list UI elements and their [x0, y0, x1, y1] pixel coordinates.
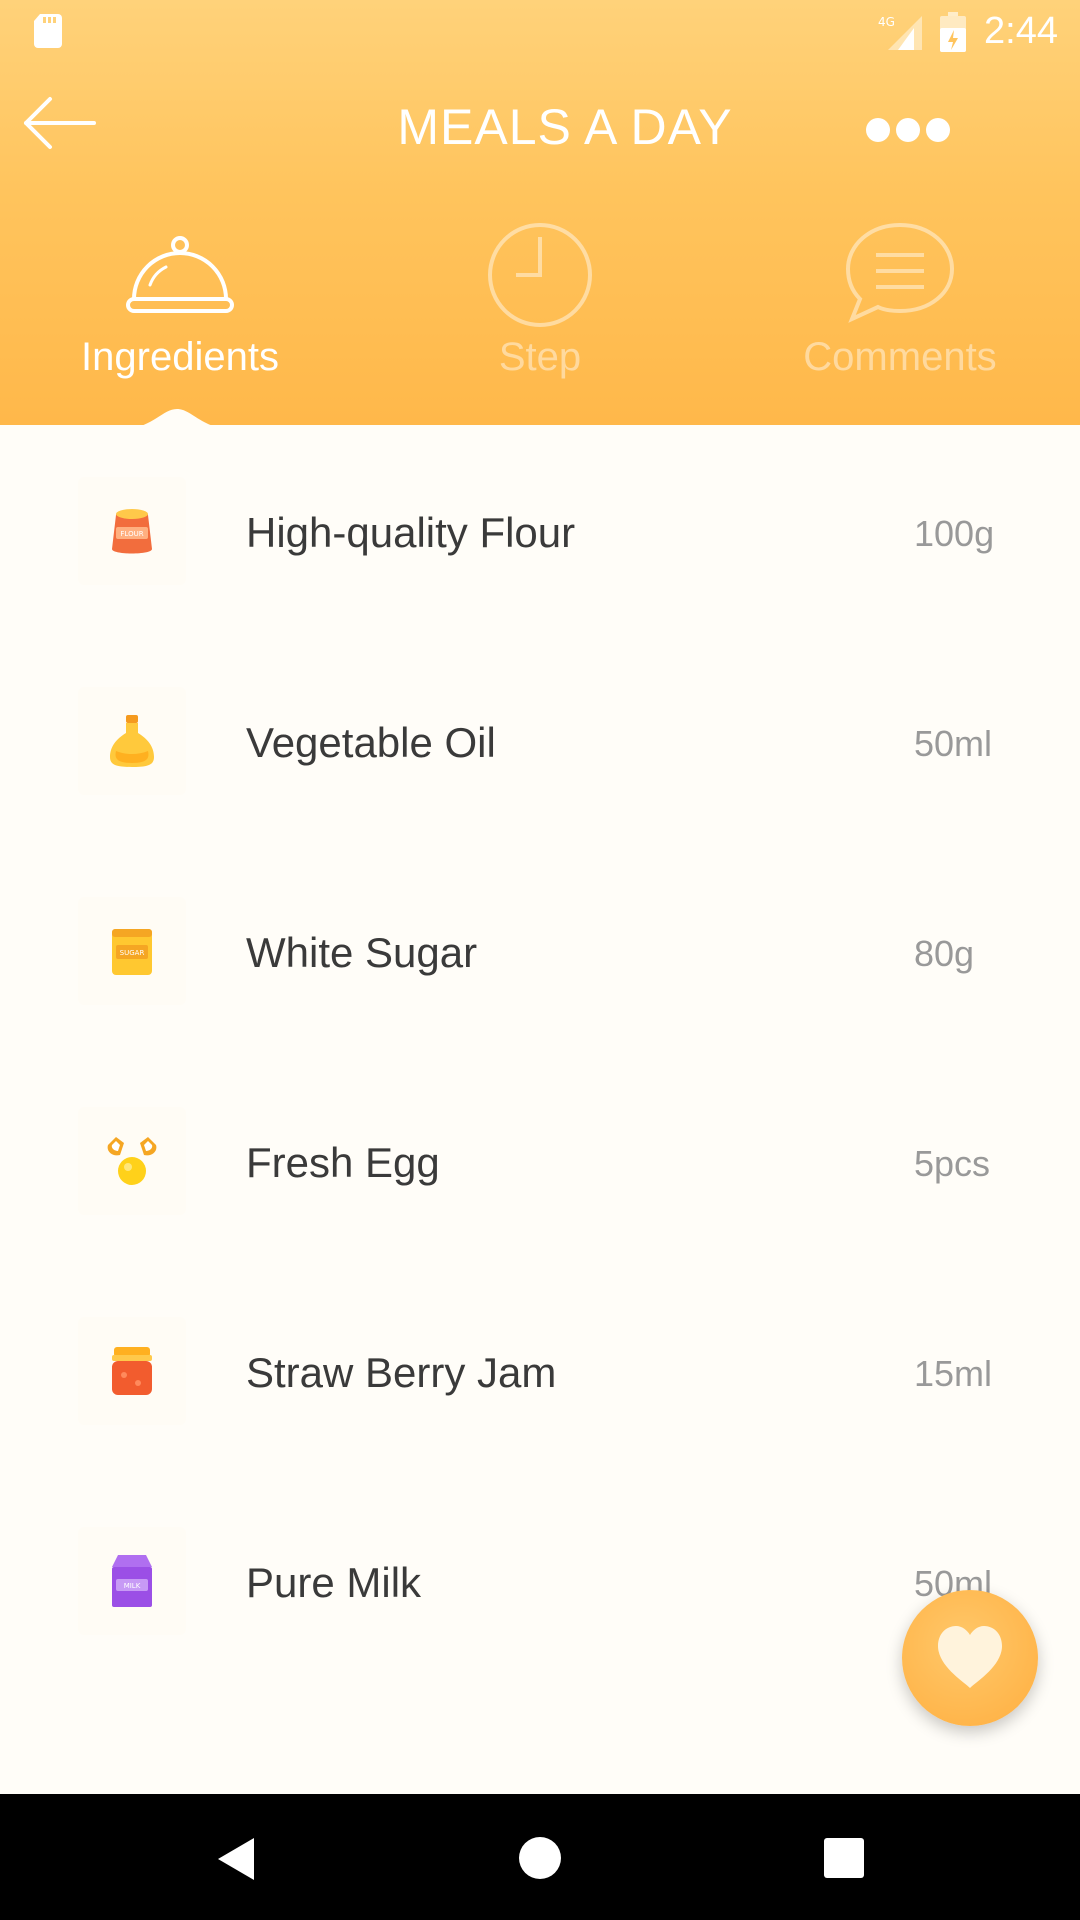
ingredient-name: Straw Berry Jam	[246, 1349, 557, 1396]
oil-bottle-icon	[110, 715, 154, 767]
page-title: MEALS A DAY	[397, 99, 733, 155]
arrow-left-icon	[24, 97, 96, 149]
ingredient-thumbnail: FLOUR	[78, 477, 186, 585]
ingredient-thumbnail	[78, 1317, 186, 1425]
triangle-back-icon	[218, 1838, 254, 1880]
ingredient-quantity: 100g	[914, 513, 995, 554]
ingredient-quantity: 15ml	[914, 1353, 993, 1394]
ingredient-quantity: 50ml	[914, 723, 993, 764]
sugar-box-icon: SUGAR	[112, 929, 152, 975]
status-bar: 4G 2:44	[0, 0, 1080, 64]
svg-text:MILK: MILK	[124, 1582, 141, 1590]
list-item[interactable]: Fresh Egg 5pcs	[0, 1055, 1080, 1265]
battery-charging-icon	[940, 12, 966, 52]
svg-text:SUGAR: SUGAR	[120, 949, 145, 957]
ingredient-name: Fresh Egg	[246, 1139, 440, 1186]
svg-text:4G: 4G	[878, 15, 895, 29]
jam-jar-icon	[112, 1347, 152, 1395]
tab-ingredients[interactable]: Ingredients	[30, 215, 330, 385]
tab-ingredients-label: Ingredients	[81, 335, 279, 379]
ingredient-thumbnail	[78, 1107, 186, 1215]
nav-home-button[interactable]	[518, 1836, 562, 1880]
tab-step-label: Step	[498, 335, 582, 379]
more-dots-icon	[866, 118, 950, 142]
egg-icon	[107, 1137, 157, 1185]
ingredient-quantity: 80g	[914, 933, 975, 974]
list-item[interactable]: SUGAR White Sugar 80g	[0, 845, 1080, 1055]
chat-bubble-icon	[845, 222, 955, 323]
ingredient-name: Pure Milk	[246, 1559, 422, 1606]
ingredient-thumbnail: SUGAR	[78, 897, 186, 1005]
list-item[interactable]: FLOUR High-quality Flour 100g	[0, 425, 1080, 635]
ingredient-quantity: 5pcs	[914, 1143, 991, 1184]
nav-back-button[interactable]	[214, 1836, 258, 1882]
serving-cloche-icon	[126, 236, 234, 313]
status-time: 2:44	[984, 10, 1058, 52]
ingredient-thumbnail: MILK	[78, 1527, 186, 1635]
back-button[interactable]	[22, 95, 98, 151]
tab-comments[interactable]: Comments	[750, 215, 1050, 385]
svg-text:FLOUR: FLOUR	[120, 530, 143, 538]
favorite-button[interactable]	[902, 1590, 1038, 1726]
clock-icon	[488, 223, 592, 327]
milk-carton-icon: MILK	[112, 1555, 152, 1607]
sd-card-icon	[34, 14, 62, 48]
nav-recents-button[interactable]	[824, 1838, 864, 1878]
ingredient-name: High-quality Flour	[246, 509, 576, 556]
circle-home-icon	[519, 1837, 561, 1879]
more-options-button[interactable]	[862, 108, 954, 152]
system-navigation-bar	[0, 1794, 1080, 1920]
tab-comments-label: Comments	[803, 335, 997, 379]
flour-bag-icon: FLOUR	[112, 509, 152, 554]
tab-step[interactable]: Step	[390, 215, 690, 385]
ingredient-thumbnail	[78, 687, 186, 795]
heart-icon	[938, 1626, 1002, 1688]
signal-4g-icon: 4G	[878, 15, 922, 50]
square-recents-icon	[824, 1838, 864, 1878]
ingredient-name: White Sugar	[246, 929, 478, 976]
list-item[interactable]: Vegetable Oil 50ml	[0, 635, 1080, 845]
ingredient-name: Vegetable Oil	[246, 719, 496, 766]
list-item[interactable]: Straw Berry Jam 15ml	[0, 1265, 1080, 1475]
